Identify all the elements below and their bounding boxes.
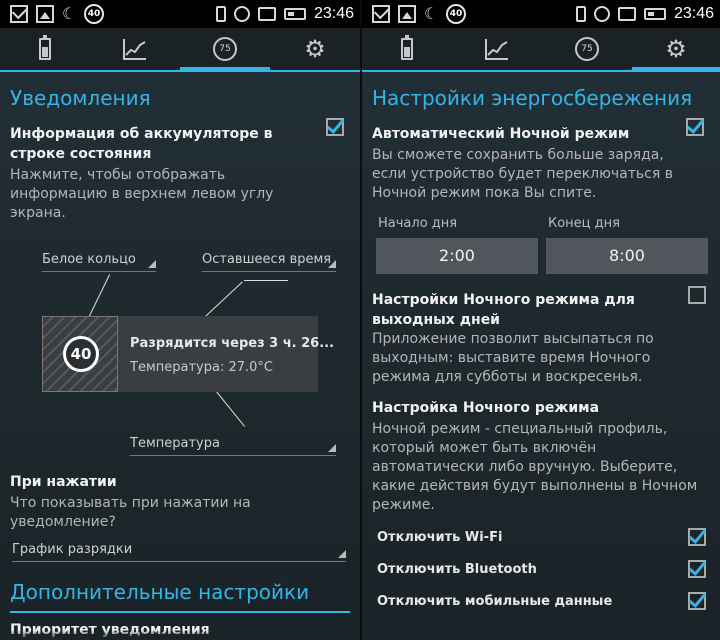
disable-bluetooth-checkbox[interactable]	[688, 560, 706, 578]
vibrate-icon	[215, 6, 226, 22]
battery-icon	[643, 8, 666, 20]
battery-icon	[283, 8, 306, 20]
battery-info-summary: Нажмите, чтобы отображать информацию в в…	[10, 167, 274, 221]
tab-settings[interactable]: ⚙	[270, 28, 360, 70]
tab-battery[interactable]	[362, 28, 452, 70]
weekend-summary: Приложение позволит высыпаться по выходн…	[372, 331, 654, 385]
option-disable-bluetooth[interactable]: Отключить Bluetooth	[377, 562, 537, 577]
moon-icon: ☾	[62, 4, 77, 23]
night-settings-title[interactable]: Настройка Ночного режима	[372, 398, 672, 418]
spinner-arrow-icon	[148, 260, 156, 268]
bottom-fade	[362, 630, 720, 640]
option-disable-wifi[interactable]: Отключить Wi-Fi	[377, 530, 502, 545]
gear-icon: ⚙	[304, 35, 326, 63]
preview-icon-box: 40	[42, 316, 118, 392]
option-disable-mobile-data[interactable]: Отключить мобильные данные	[377, 594, 612, 609]
on-tap-value: График разрядки	[12, 542, 133, 557]
disable-wifi-checkbox[interactable]	[688, 528, 706, 546]
spinner-arrow-icon	[338, 550, 346, 558]
speed-icon: 75	[213, 37, 237, 61]
on-tap-title: При нажатии	[10, 474, 117, 490]
status-bar: ☾ 40 23:46	[362, 0, 720, 28]
bottom-line-value: Температура	[130, 436, 220, 451]
top-line-value: Оставшееся время	[202, 252, 332, 267]
clock: 23:46	[673, 5, 714, 22]
graph-icon	[123, 39, 146, 60]
day-start-label: Начало дня	[378, 216, 458, 231]
battery-level-icon: 40	[446, 4, 466, 24]
speed-icon: 75	[575, 37, 599, 61]
alarm-icon	[233, 6, 250, 22]
night-settings-summary: Ночной режим - специальный профиль, кото…	[372, 421, 698, 513]
battery-level-icon: 40	[84, 4, 104, 24]
weekend-title[interactable]: Настройки Ночного режима для выходных дн…	[372, 290, 662, 330]
battery-ring-icon: 40	[63, 336, 99, 372]
tab-graph[interactable]	[90, 28, 180, 70]
right-screen: ☾ 40 23:46 75 ⚙ Настройки энергосбережен…	[362, 0, 720, 640]
auto-night-summary: Вы сможете сохранить больше заряда, если…	[372, 147, 673, 201]
moon-icon: ☾	[424, 4, 439, 23]
left-screen: ☾ 40 23:46 75 ⚙ Уведомления Информация о…	[0, 0, 360, 640]
tab-speed[interactable]: 75	[542, 28, 632, 70]
alarm-icon	[593, 6, 610, 22]
message-icon	[372, 5, 390, 23]
ring-style-spinner[interactable]: Белое кольцо	[42, 252, 156, 272]
battery-tab-icon	[401, 35, 413, 60]
section-title-additional: Дополнительные настройки	[10, 580, 310, 604]
section-divider	[10, 611, 350, 613]
auto-night-title[interactable]: Автоматический Ночной режим	[372, 124, 672, 144]
on-tap-summary: Что показывать при нажатии на уведомлени…	[10, 495, 251, 530]
clock: 23:46	[313, 5, 354, 22]
day-end-label: Конец дня	[548, 216, 620, 231]
graph-icon	[485, 39, 508, 60]
message-icon	[10, 5, 28, 23]
section-title-notifications: Уведомления	[10, 86, 151, 110]
preview-line2: Температура: 27.0°C	[130, 360, 273, 375]
auto-night-checkbox[interactable]	[686, 118, 704, 136]
disable-mobile-data-checkbox[interactable]	[688, 592, 706, 610]
battery-info-checkbox[interactable]	[326, 118, 344, 136]
tab-settings[interactable]: ⚙	[632, 28, 720, 72]
tab-battery[interactable]	[0, 28, 90, 70]
bottom-line-spinner[interactable]: Температура	[130, 436, 336, 456]
vibrate-icon	[575, 6, 586, 22]
battery-info-title[interactable]: Информация об аккумуляторе в строке сост…	[10, 124, 320, 164]
tab-speed[interactable]: 75	[180, 28, 270, 72]
wifi-icon	[617, 7, 636, 21]
day-start-button[interactable]: 2:00	[376, 238, 538, 274]
day-end-button[interactable]: 8:00	[546, 238, 708, 274]
tab-bar: 75 ⚙	[362, 28, 720, 72]
on-tap-spinner[interactable]: График разрядки	[12, 542, 346, 562]
bottom-fade	[0, 630, 360, 640]
top-line-spinner[interactable]: Оставшееся время	[202, 252, 336, 272]
spinner-arrow-icon	[328, 260, 336, 268]
tab-graph[interactable]	[452, 28, 542, 70]
wifi-icon	[257, 7, 276, 21]
image-icon	[36, 5, 54, 23]
ring-style-value: Белое кольцо	[42, 252, 136, 267]
weekend-checkbox[interactable]	[688, 286, 706, 304]
notification-preview: 40 Разрядится через 3 ч. 26... Температу…	[42, 316, 334, 392]
battery-tab-icon	[39, 35, 51, 60]
leader-line-remaining-h	[244, 280, 288, 281]
spinner-arrow-icon	[328, 444, 336, 452]
tab-bar: 75 ⚙	[0, 28, 360, 72]
gear-icon: ⚙	[665, 35, 687, 63]
image-icon	[398, 5, 416, 23]
status-bar: ☾ 40 23:46	[0, 0, 360, 28]
section-title-power: Настройки энергосбережения	[372, 86, 693, 110]
preview-line1: Разрядится через 3 ч. 26...	[130, 336, 335, 351]
